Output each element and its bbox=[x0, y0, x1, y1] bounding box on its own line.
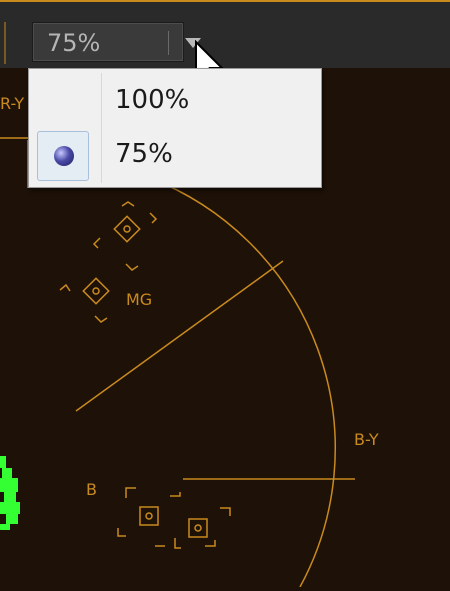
label-ry: R-Y bbox=[0, 94, 25, 113]
zoom-select[interactable]: 75% bbox=[32, 22, 201, 62]
label-by: B-Y bbox=[354, 430, 379, 449]
graticule-circle bbox=[149, 177, 336, 588]
menu-item-100[interactable]: 100% bbox=[29, 75, 321, 129]
vectorscope-trace bbox=[0, 456, 20, 530]
zoom-select-value: 75% bbox=[47, 29, 101, 57]
selected-indicator bbox=[37, 131, 89, 181]
menu-item-75[interactable]: 75% bbox=[29, 129, 321, 183]
menu-item-label: 100% bbox=[115, 85, 190, 115]
target-b bbox=[117, 487, 231, 549]
label-mg: MG bbox=[126, 290, 153, 309]
label-b: B bbox=[86, 480, 97, 499]
zoom-select-divider bbox=[168, 31, 169, 55]
toolbar-separator bbox=[4, 22, 6, 64]
graticule-skin-tone-line bbox=[75, 260, 284, 412]
zoom-dropdown-menu: 100% 75% bbox=[28, 68, 322, 188]
menu-item-label: 75% bbox=[115, 139, 173, 169]
radio-dot-icon bbox=[54, 146, 74, 166]
